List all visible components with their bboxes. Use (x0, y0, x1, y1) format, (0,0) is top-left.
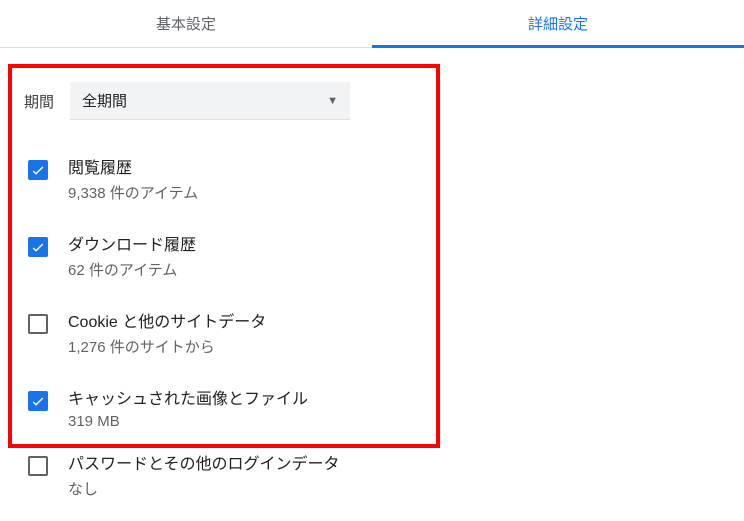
option-sub: 1,276 件のサイトから (68, 336, 266, 357)
option-download-history: ダウンロード履歴 62 件のアイテム (24, 217, 424, 294)
option-sub: なし (68, 478, 340, 499)
time-range-label: 期間 (24, 91, 54, 112)
option-passwords: パスワードとその他のログインデータ なし (8, 448, 736, 513)
checkbox-browsing-history[interactable] (28, 160, 48, 180)
option-sub: 319 MB (68, 413, 308, 430)
check-icon (30, 393, 46, 409)
option-title: パスワードとその他のログインデータ (68, 450, 340, 474)
tab-advanced-label: 詳細設定 (528, 13, 588, 34)
option-title: Cookie と他のサイトデータ (68, 308, 266, 332)
option-title: 閲覧履歴 (68, 154, 198, 178)
option-text: 閲覧履歴 9,338 件のアイテム (68, 154, 198, 203)
content: 期間 全期間 ▼ 閲覧履歴 9,338 件のアイテム ダウンロード履歴 62 件… (0, 48, 744, 521)
option-text: キャッシュされた画像とファイル 319 MB (68, 385, 308, 430)
option-cookies: Cookie と他のサイトデータ 1,276 件のサイトから (24, 294, 424, 371)
option-text: パスワードとその他のログインデータ なし (68, 450, 340, 499)
check-icon (30, 162, 46, 178)
option-title: ダウンロード履歴 (68, 231, 196, 255)
checkbox-cache[interactable] (28, 391, 48, 411)
tab-advanced[interactable]: 詳細設定 (372, 0, 744, 47)
checkbox-download-history[interactable] (28, 237, 48, 257)
option-title: キャッシュされた画像とファイル (68, 385, 308, 409)
time-range-value: 全期間 (82, 90, 127, 111)
checkbox-passwords[interactable] (28, 456, 48, 476)
tabs: 基本設定 詳細設定 (0, 0, 744, 48)
check-icon (30, 239, 46, 255)
checkbox-cookies[interactable] (28, 314, 48, 334)
option-browsing-history: 閲覧履歴 9,338 件のアイテム (24, 140, 424, 217)
option-text: ダウンロード履歴 62 件のアイテム (68, 231, 196, 280)
highlight-box: 期間 全期間 ▼ 閲覧履歴 9,338 件のアイテム ダウンロード履歴 62 件… (8, 64, 440, 448)
time-range-row: 期間 全期間 ▼ (24, 82, 424, 120)
option-cache: キャッシュされた画像とファイル 319 MB (24, 371, 424, 444)
tab-basic-label: 基本設定 (156, 13, 216, 34)
option-text: Cookie と他のサイトデータ 1,276 件のサイトから (68, 308, 266, 357)
time-range-select[interactable]: 全期間 ▼ (70, 82, 350, 120)
option-sub: 9,338 件のアイテム (68, 182, 198, 203)
option-sub: 62 件のアイテム (68, 259, 196, 280)
tab-basic[interactable]: 基本設定 (0, 0, 372, 47)
chevron-down-icon: ▼ (327, 95, 338, 107)
